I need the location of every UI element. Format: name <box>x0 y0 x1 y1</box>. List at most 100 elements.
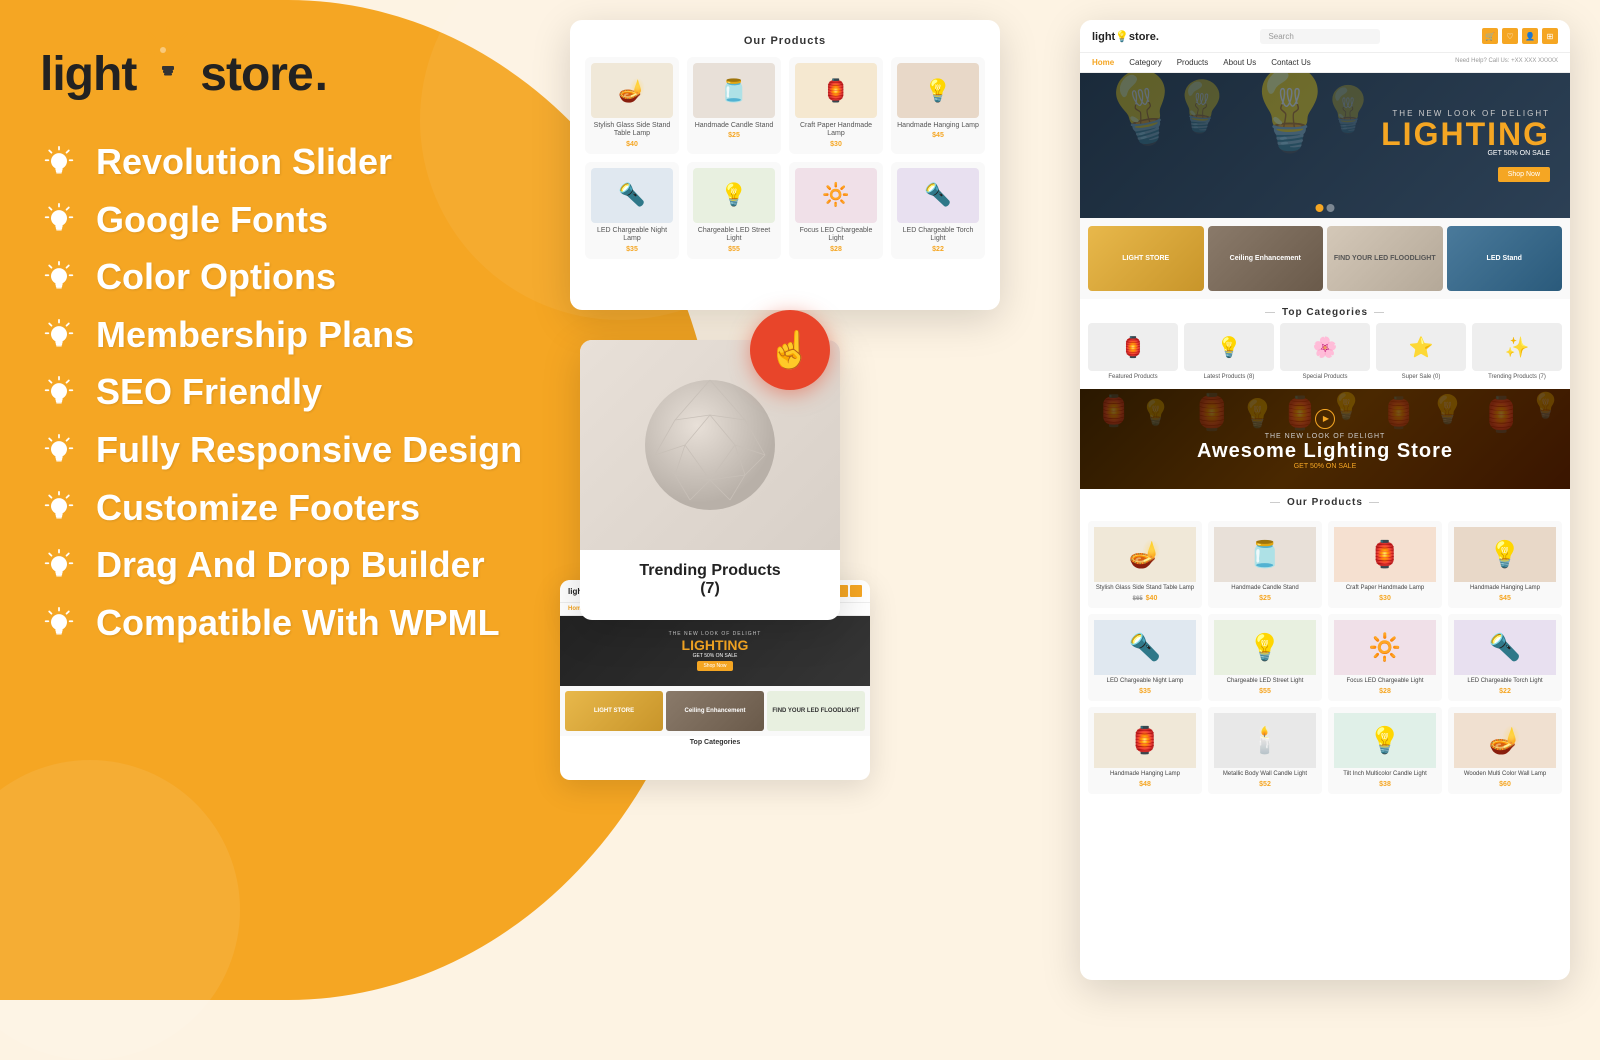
main-product-card: 🫙 Handmade Candle Stand $25 <box>1208 521 1322 608</box>
product-image: 🏮 <box>795 63 877 118</box>
product-card: 🫙 Handmade Candle Stand $25 <box>687 57 781 154</box>
main-product-old-price: $65 <box>1133 596 1143 602</box>
feature-item: Compatible With WPML <box>40 603 600 643</box>
category-card-featured: 🏮 Featured Products <box>1088 323 1178 381</box>
feature-label-footers: Customize Footers <box>96 488 420 528</box>
cart-icon-btn[interactable]: 🛒 <box>1482 28 1498 44</box>
product-price: $22 <box>897 246 979 253</box>
bulb-icon-8 <box>40 546 78 584</box>
banner-text-4: LED Stand <box>1483 251 1526 266</box>
dark-deco-8: 💡 <box>1430 393 1465 426</box>
main-product-name: Handmade Hanging Lamp <box>1094 771 1196 779</box>
category-img-special: 🌸 <box>1280 323 1370 371</box>
feature-item: Membership Plans <box>40 315 600 355</box>
hero-bulb-deco-2: 💡 <box>1168 75 1235 139</box>
feature-list: Revolution Slider Google Fonts Color Opt… <box>40 142 600 642</box>
category-name-sale: Super Sale (0) <box>1376 374 1466 381</box>
secondary-banner-2: Ceiling Enhancement <box>666 691 764 731</box>
category-img-trending: ✨ <box>1472 323 1562 371</box>
site-search: Search <box>1260 29 1380 44</box>
category-img-featured: 🏮 <box>1088 323 1178 371</box>
main-product-card: 🪔 Wooden Multi Color Wall Lamp $60 <box>1448 707 1562 794</box>
top-categories-title: Top Categories <box>1080 299 1570 323</box>
screenshot-main: light💡store. Search 🛒 ♡ 👤 ⊞ Home Categor… <box>1080 20 1570 980</box>
banner-text-1: LIGHT STORE <box>1118 251 1173 266</box>
dark-deco-6: 💡 <box>1330 391 1362 422</box>
product-card: 💡 Handmade Hanging Lamp $45 <box>891 57 985 154</box>
main-product-img: 🪔 <box>1454 713 1556 768</box>
products-grid-main: 🪔 Stylish Glass Side Stand Table Lamp $6… <box>1088 521 1562 793</box>
hero-carousel-dots <box>1316 204 1335 212</box>
main-product-name: Metallic Body Wall Candle Light <box>1214 771 1316 779</box>
category-card-special: 🌸 Special Products <box>1280 323 1370 381</box>
menu-home[interactable]: Home <box>1092 58 1114 67</box>
hero-text-block: THE NEW LOOK OF DELIGHT LIGHTING GET 50%… <box>1381 109 1550 182</box>
help-text: Need Help? Call Us: +XX XXX XXXXX <box>1455 58 1558 67</box>
secondary-hero-btn[interactable]: Shop Now <box>697 661 732 671</box>
bulb-icon-4 <box>40 316 78 354</box>
menu-products[interactable]: Products <box>1177 58 1209 67</box>
main-product-img: 🔆 <box>1334 620 1436 675</box>
bulb-icon-5 <box>40 373 78 411</box>
main-product-card: 🔦 LED Chargeable Night Lamp $35 <box>1088 614 1202 701</box>
touch-hand-icon: ☝️ <box>768 329 813 371</box>
banner-card-1: LIGHT STORE <box>1088 226 1204 291</box>
main-product-img: 💡 <box>1214 620 1316 675</box>
feature-label-seo: SEO Friendly <box>96 372 322 412</box>
menu-about[interactable]: About Us <box>1223 58 1256 67</box>
carousel-dot <box>1327 204 1335 212</box>
main-product-name: LED Chargeable Torch Light <box>1454 678 1556 686</box>
hero-shop-btn[interactable]: Shop Now <box>1498 167 1550 182</box>
secondary-banner-text-2: Ceiling Enhancement <box>681 705 748 717</box>
feature-label-wpml: Compatible With WPML <box>96 603 500 643</box>
feature-label-drag-drop: Drag And Drop Builder <box>96 545 485 585</box>
site-icons: 🛒 ♡ 👤 ⊞ <box>1482 28 1558 44</box>
product-name: Focus LED Chargeable Light <box>795 227 877 244</box>
category-name-trending: Trending Products (7) <box>1472 374 1562 381</box>
secondary-hero-sale: GET 50% ON SALE <box>693 653 738 659</box>
main-product-img: 🫙 <box>1214 527 1316 582</box>
product-price: $28 <box>795 246 877 253</box>
feature-label-revolution-slider: Revolution Slider <box>96 142 392 182</box>
dark-deco-5: 🏮 <box>1280 394 1320 432</box>
logo-dot: . <box>315 47 328 102</box>
main-product-img: 🏮 <box>1094 713 1196 768</box>
hero-bulb-deco-4: 💡 <box>1320 83 1376 136</box>
main-product-img: 🔦 <box>1454 620 1556 675</box>
product-name: Chargeable LED Street Light <box>693 227 775 244</box>
feature-item: Google Fonts <box>40 200 600 240</box>
product-card: 🏮 Craft Paper Handmade Lamp $30 <box>789 57 883 154</box>
user-icon-btn[interactable]: 👤 <box>1522 28 1538 44</box>
category-name-special: Special Products <box>1280 374 1370 381</box>
site-logo: light💡store. <box>1092 30 1159 43</box>
main-product-price: $48 <box>1094 781 1196 788</box>
site-nav: light💡store. Search 🛒 ♡ 👤 ⊞ <box>1080 20 1570 53</box>
compare-icon-btn[interactable]: ⊞ <box>1542 28 1558 44</box>
feature-item: Color Options <box>40 257 600 297</box>
main-product-card: 🪔 Stylish Glass Side Stand Table Lamp $6… <box>1088 521 1202 608</box>
heart-icon-btn[interactable]: ♡ <box>1502 28 1518 44</box>
banner-text-2: Ceiling Enhancement <box>1226 251 1305 266</box>
feature-label-google-fonts: Google Fonts <box>96 200 328 240</box>
bulb-icon-7 <box>40 488 78 526</box>
right-panel: Our Products 🪔 Stylish Glass Side Stand … <box>480 0 1600 1000</box>
menu-contact[interactable]: Contact Us <box>1271 58 1311 67</box>
main-product-card: 🔆 Focus LED Chargeable Light $28 <box>1328 614 1442 701</box>
site-banners: LIGHT STORE Ceiling Enhancement FIND YOU… <box>1080 218 1570 299</box>
category-card-trending: ✨ Trending Products (7) <box>1472 323 1562 381</box>
main-product-name: Handmade Hanging Lamp <box>1454 585 1556 593</box>
feature-label-membership: Membership Plans <box>96 315 414 355</box>
main-product-img: 🔦 <box>1094 620 1196 675</box>
product-card: 🔦 LED Chargeable Torch Light $22 <box>891 162 985 259</box>
logo-bulb-icon <box>142 26 194 98</box>
carousel-dot-active <box>1316 204 1324 212</box>
our-products-title: Our Products <box>1080 489 1570 513</box>
feature-label-color-options: Color Options <box>96 257 336 297</box>
category-name-latest: Latest Products (8) <box>1184 374 1274 381</box>
product-name: Handmade Candle Stand <box>693 122 775 130</box>
menu-category[interactable]: Category <box>1129 58 1161 67</box>
main-product-name: LED Chargeable Night Lamp <box>1094 678 1196 686</box>
main-product-price: $60 <box>1454 781 1556 788</box>
logo-text-store: store <box>200 47 312 102</box>
dark-deco-9: 🏮 <box>1480 395 1522 435</box>
